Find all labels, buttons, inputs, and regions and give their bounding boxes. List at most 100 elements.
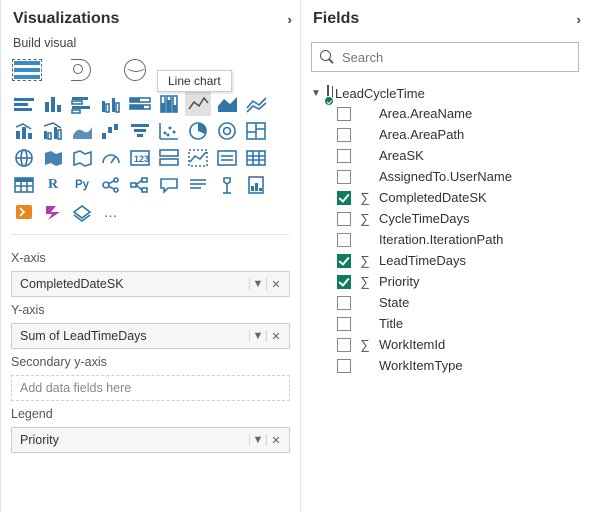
r-visual-icon[interactable]: R [40, 173, 66, 197]
field-checkbox[interactable] [337, 212, 351, 226]
stacked-bar-icon[interactable] [11, 92, 37, 116]
visualizations-title: Visualizations [13, 10, 119, 28]
xaxis-well[interactable]: CompletedDateSK ▼ ✕ [11, 271, 290, 297]
slicer-icon[interactable] [214, 146, 240, 170]
treemap-icon[interactable] [243, 119, 269, 143]
hundred-stacked-bar-icon[interactable] [127, 92, 153, 116]
field-checkbox[interactable] [337, 254, 351, 268]
waterfall-icon[interactable] [98, 119, 124, 143]
field-checkbox[interactable] [337, 233, 351, 247]
field-row[interactable]: State [305, 292, 585, 313]
fields-title: Fields [313, 10, 359, 28]
yaxis-well[interactable]: Sum of LeadTimeDays ▼ ✕ [11, 323, 290, 349]
ribbon-chart-icon[interactable] [69, 119, 95, 143]
clustered-column-icon[interactable] [98, 92, 124, 116]
table-node[interactable]: ▼ LeadCycleTime [305, 84, 585, 103]
search-box[interactable] [311, 42, 579, 72]
power-apps-icon[interactable] [11, 200, 37, 224]
field-name: Title [379, 316, 579, 331]
card-icon[interactable]: 123 [127, 146, 153, 170]
multi-row-card-icon[interactable] [156, 146, 182, 170]
field-checkbox[interactable] [337, 128, 351, 142]
field-checkbox[interactable] [337, 149, 351, 163]
field-row[interactable]: ∑Priority [305, 271, 585, 292]
field-row[interactable]: Area.AreaName [305, 103, 585, 124]
format-visual-icon [71, 59, 91, 81]
hundred-stacked-column-icon[interactable] [156, 92, 182, 116]
legend-remove-icon[interactable]: ✕ [267, 434, 285, 447]
general-tab[interactable] [121, 58, 149, 82]
xaxis-dropdown-icon[interactable]: ▼ [249, 278, 267, 290]
matrix-icon[interactable] [11, 173, 37, 197]
filled-map-icon[interactable] [40, 146, 66, 170]
field-checkbox[interactable] [337, 359, 351, 373]
yaxis-dropdown-icon[interactable]: ▼ [249, 330, 267, 342]
collapse-fields-icon[interactable]: ›› [576, 12, 577, 27]
area-chart-icon[interactable] [214, 92, 240, 116]
build-visual-tab[interactable] [13, 58, 41, 82]
sigma-icon: ∑ [359, 190, 371, 205]
clustered-bar-icon[interactable] [69, 92, 95, 116]
legend-dropdown-icon[interactable]: ▼ [249, 434, 267, 446]
field-checkbox[interactable] [337, 338, 351, 352]
field-name: WorkItemType [379, 358, 579, 373]
svg-text:123: 123 [134, 154, 149, 164]
search-input[interactable] [340, 49, 570, 66]
field-row[interactable]: ∑CompletedDateSK [305, 187, 585, 208]
field-row[interactable]: ∑CycleTimeDays [305, 208, 585, 229]
donut-icon[interactable] [214, 119, 240, 143]
field-row[interactable]: Area.AreaPath [305, 124, 585, 145]
goals-icon[interactable] [214, 173, 240, 197]
funnel-icon[interactable] [127, 119, 153, 143]
field-checkbox[interactable] [337, 107, 351, 121]
scatter-icon[interactable] [156, 119, 182, 143]
decomposition-tree-icon[interactable] [127, 173, 153, 197]
field-name: AssignedTo.UserName [379, 169, 579, 184]
y2axis-label: Secondary y-axis [11, 355, 290, 369]
kpi-icon[interactable] [185, 146, 211, 170]
legend-label: Legend [11, 407, 290, 421]
field-row[interactable]: ∑WorkItemId [305, 334, 585, 355]
y2axis-well[interactable]: Add data fields here [11, 375, 290, 401]
collapse-viz-icon[interactable]: ›› [287, 12, 288, 27]
power-automate-icon[interactable] [40, 200, 66, 224]
xaxis-remove-icon[interactable]: ✕ [267, 278, 285, 291]
py-visual-icon[interactable]: Py [69, 173, 95, 197]
field-checkbox[interactable] [337, 317, 351, 331]
stacked-column-icon[interactable] [40, 92, 66, 116]
expand-icon[interactable]: ▼ [311, 88, 321, 99]
smart-narrative-icon[interactable] [185, 173, 211, 197]
legend-well[interactable]: Priority ▼ ✕ [11, 427, 290, 453]
paginated-report-icon[interactable] [243, 173, 269, 197]
field-checkbox[interactable] [337, 170, 351, 184]
yaxis-value: Sum of LeadTimeDays [20, 329, 249, 343]
field-row[interactable]: AreaSK [305, 145, 585, 166]
map-icon[interactable] [11, 146, 37, 170]
gauge-icon[interactable] [98, 146, 124, 170]
field-row[interactable]: ∑LeadTimeDays [305, 250, 585, 271]
field-checkbox[interactable] [337, 275, 351, 289]
format-visual-tab[interactable] [67, 58, 95, 82]
stacked-area-icon[interactable] [243, 92, 269, 116]
more-options-icon[interactable]: … [98, 200, 124, 224]
line-stacked-column-icon[interactable] [11, 119, 37, 143]
visualizations-header: Visualizations ›› [1, 0, 300, 34]
field-row[interactable]: Iteration.IterationPath [305, 229, 585, 250]
yaxis-remove-icon[interactable]: ✕ [267, 330, 285, 343]
field-name: Iteration.IterationPath [379, 232, 579, 247]
table-icon[interactable] [243, 146, 269, 170]
field-row[interactable]: Title [305, 313, 585, 334]
field-name: Area.AreaName [379, 106, 579, 121]
line-clustered-column-icon[interactable] [40, 119, 66, 143]
line-chart-icon[interactable] [185, 92, 211, 116]
pie-icon[interactable] [185, 119, 211, 143]
sigma-icon: ∑ [359, 274, 371, 289]
key-influencers-icon[interactable] [98, 173, 124, 197]
azure-map-icon[interactable] [69, 146, 95, 170]
field-row[interactable]: WorkItemType [305, 355, 585, 376]
get-more-visuals-icon[interactable] [69, 200, 95, 224]
qa-visual-icon[interactable] [156, 173, 182, 197]
field-checkbox[interactable] [337, 296, 351, 310]
field-row[interactable]: AssignedTo.UserName [305, 166, 585, 187]
field-checkbox[interactable] [337, 191, 351, 205]
